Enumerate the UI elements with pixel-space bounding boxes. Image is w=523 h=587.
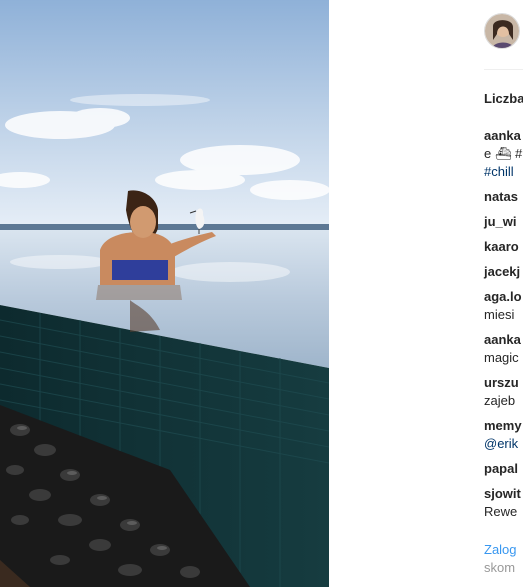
comment-hashtag[interactable]: #chill — [484, 163, 523, 181]
comment-username[interactable]: urszu — [484, 374, 523, 392]
comment: ju_wi — [484, 213, 523, 231]
comment: papal — [484, 460, 523, 478]
comment-username[interactable]: kaaro — [484, 238, 523, 256]
post-photo[interactable] — [0, 0, 329, 587]
login-prompt-text: skom — [484, 560, 516, 575]
comment-username[interactable]: ju_wi — [484, 213, 523, 231]
post-sidebar: Liczba aanka e ⛴ # #chill natas ju_wi ka… — [329, 0, 523, 587]
comment-username[interactable]: memy — [484, 417, 523, 435]
comment: sjowit Rewe — [484, 485, 523, 521]
comment-text: magic — [484, 350, 519, 365]
comment: urszu zajeb — [484, 374, 523, 410]
comment: aanka e ⛴ # #chill — [484, 127, 523, 181]
comment: aanka magic — [484, 331, 523, 367]
comment: aga.lo miesi — [484, 288, 523, 324]
comment-username[interactable]: sjowit — [484, 485, 523, 503]
comment: memy @erik — [484, 417, 523, 453]
comment-text: e ⛴ # — [484, 146, 523, 161]
comment-text: zajeb — [484, 393, 516, 408]
login-link[interactable]: Zalog — [484, 541, 517, 559]
comment-username[interactable]: aanka — [484, 127, 523, 145]
comment-username[interactable]: aanka — [484, 331, 523, 349]
comment-username[interactable]: papal — [484, 460, 523, 478]
comment: natas — [484, 188, 523, 206]
comment: kaaro — [484, 238, 523, 256]
comment: jacekj — [484, 263, 523, 281]
comment-username[interactable]: natas — [484, 188, 523, 206]
login-prompt: Zalog skom — [484, 541, 517, 577]
comments-list: aanka e ⛴ # #chill natas ju_wi kaaro jac… — [484, 127, 523, 528]
comment-text: miesi — [484, 307, 515, 322]
divider — [484, 69, 523, 70]
comment-username[interactable]: jacekj — [484, 263, 523, 281]
comment-text: Rewe — [484, 504, 518, 519]
comment-mention[interactable]: @erik — [484, 435, 523, 453]
comment-username[interactable]: aga.lo — [484, 288, 523, 306]
author-avatar[interactable] — [484, 13, 520, 49]
likes-count[interactable]: Liczba — [484, 91, 523, 106]
